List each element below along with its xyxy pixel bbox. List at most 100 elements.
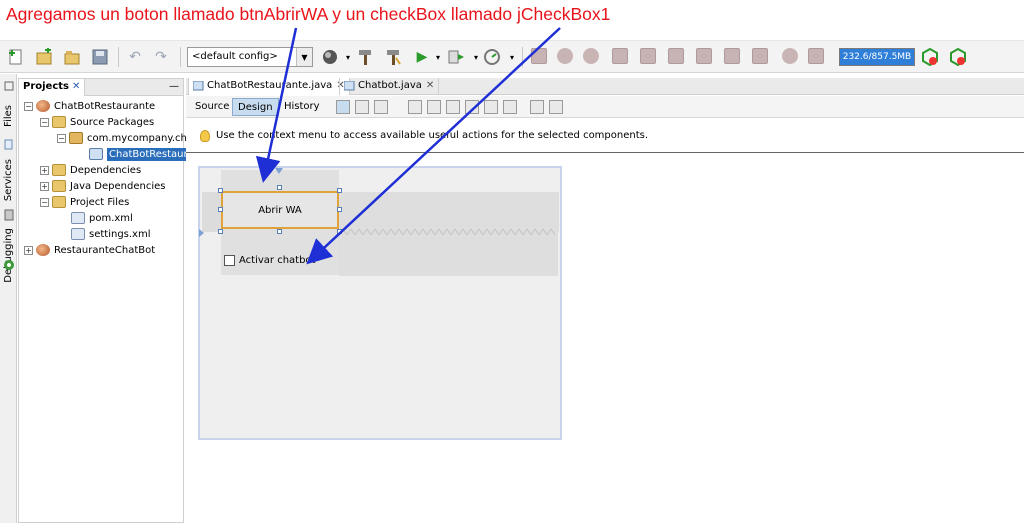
side-strip: Files Services Debugging bbox=[0, 74, 17, 523]
tree-node-form-file[interactable]: ChatBotRestaura bbox=[89, 146, 196, 162]
services-icon[interactable] bbox=[1, 208, 16, 222]
memory-indicator[interactable]: 232.6/857.5MB bbox=[839, 48, 915, 66]
tree-node-restaurantechatbot[interactable]: + RestauranteChatBot bbox=[24, 242, 155, 258]
save-all-icon[interactable] bbox=[90, 47, 110, 67]
resize-vertical-icon[interactable] bbox=[549, 100, 563, 114]
config-select[interactable]: <default config> ▼ bbox=[187, 47, 313, 67]
collapse-icon[interactable]: − bbox=[57, 133, 66, 143]
screenshot-icon bbox=[808, 48, 824, 64]
tree-node-java-dependencies[interactable]: + Java Dependencies bbox=[40, 178, 165, 194]
files-tab[interactable]: Files bbox=[1, 96, 16, 136]
center-horizontal-icon[interactable] bbox=[446, 100, 460, 114]
profile-icon[interactable] bbox=[482, 47, 502, 67]
align-top-icon[interactable] bbox=[465, 100, 479, 114]
tree-node-source-packages[interactable]: − Source Packages bbox=[40, 114, 154, 130]
history-button[interactable]: History bbox=[279, 98, 325, 116]
resize-handle[interactable] bbox=[218, 188, 223, 193]
collapse-icon[interactable]: − bbox=[40, 197, 49, 207]
projects-tab[interactable]: Projects ✕ bbox=[19, 79, 86, 96]
folder-icon bbox=[52, 196, 66, 208]
step-out-icon bbox=[668, 48, 684, 64]
window-icon[interactable] bbox=[1, 80, 16, 92]
new-file-icon[interactable] bbox=[6, 47, 26, 67]
tree-node-dependencies[interactable]: + Dependencies bbox=[40, 162, 141, 178]
resize-handle[interactable] bbox=[277, 229, 282, 234]
selection-mode-icon[interactable] bbox=[336, 100, 350, 114]
collapse-icon[interactable]: − bbox=[40, 117, 49, 127]
btn-abrir-wa[interactable]: Abrir WA bbox=[221, 191, 339, 229]
debug-icon[interactable] bbox=[446, 47, 466, 67]
resize-zigzag bbox=[339, 229, 556, 235]
close-icon[interactable]: ✕ bbox=[426, 80, 434, 91]
design-button[interactable]: Design bbox=[232, 98, 279, 116]
expand-icon[interactable]: + bbox=[40, 181, 49, 191]
hint-text: Use the context menu to access available… bbox=[216, 130, 649, 141]
profile-dropdown-icon[interactable]: ▾ bbox=[502, 47, 522, 67]
projects-tabbar: Projects ✕ — bbox=[19, 79, 183, 96]
tree-node-label: settings.xml bbox=[89, 228, 151, 240]
checkbox-icon[interactable] bbox=[224, 255, 235, 266]
tree-node-project-files[interactable]: − Project Files bbox=[40, 194, 129, 210]
redo-icon[interactable]: ↷ bbox=[151, 47, 171, 67]
anchor-top-icon bbox=[275, 168, 283, 174]
open-project-icon[interactable] bbox=[62, 47, 82, 67]
tab-label: Chatbot.java bbox=[358, 80, 422, 91]
debugging-tab-label: Debugging bbox=[3, 227, 14, 283]
folder-icon bbox=[52, 180, 66, 192]
debugging-tab[interactable]: Debugging bbox=[1, 226, 16, 284]
annotation-text: Agregamos un boton llamado btnAbrirWA y … bbox=[6, 4, 611, 24]
xml-file-icon bbox=[71, 228, 85, 240]
evaluate-icon bbox=[752, 48, 768, 64]
tree-node-label: com.mycompany.cha bbox=[87, 132, 194, 144]
resize-handle[interactable] bbox=[218, 207, 223, 212]
preview-design-icon[interactable] bbox=[374, 100, 388, 114]
anchor-left-icon bbox=[199, 229, 204, 237]
btn-abrir-wa-label: Abrir WA bbox=[258, 204, 302, 216]
align-right-icon[interactable] bbox=[427, 100, 441, 114]
expand-icon[interactable]: + bbox=[40, 165, 49, 175]
center-vertical-icon[interactable] bbox=[503, 100, 517, 114]
collapse-icon[interactable]: − bbox=[24, 101, 33, 111]
connection-mode-icon[interactable] bbox=[355, 100, 369, 114]
run-dropdown-icon[interactable]: ▾ bbox=[428, 47, 448, 67]
tree-node-label: Source Packages bbox=[70, 116, 155, 128]
services-tab-label: Services bbox=[3, 158, 14, 202]
align-left-icon[interactable] bbox=[408, 100, 422, 114]
files-icon[interactable] bbox=[1, 138, 16, 152]
tree-node-label: pom.xml bbox=[89, 212, 133, 224]
close-icon[interactable]: ✕ bbox=[72, 81, 80, 92]
tree-node-chatbotrestaurante[interactable]: − ChatBotRestaurante bbox=[24, 98, 155, 114]
minimize-icon[interactable]: — bbox=[169, 81, 179, 92]
globe-icon[interactable] bbox=[320, 47, 340, 67]
tree-node-pom[interactable]: pom.xml bbox=[71, 210, 133, 226]
clean-build-icon[interactable] bbox=[383, 47, 403, 67]
maven-file-icon bbox=[71, 212, 85, 224]
debugging-gear-icon[interactable] bbox=[1, 258, 16, 272]
resize-handle[interactable] bbox=[218, 229, 223, 234]
form-file-icon bbox=[89, 148, 103, 160]
build-hammer-icon[interactable] bbox=[355, 47, 375, 67]
resize-handle[interactable] bbox=[337, 188, 342, 193]
profiler-snapshot-icon[interactable] bbox=[948, 47, 968, 67]
tab-chatbot[interactable]: Chatbot.java ✕ bbox=[339, 78, 440, 95]
chevron-down-icon[interactable]: ▼ bbox=[296, 48, 312, 66]
config-select-value: <default config> bbox=[192, 51, 278, 62]
expand-icon[interactable]: + bbox=[24, 245, 33, 255]
tree-node-package[interactable]: − com.mycompany.cha bbox=[57, 130, 193, 146]
source-button[interactable]: Source bbox=[190, 98, 234, 116]
new-project-icon[interactable] bbox=[34, 47, 54, 67]
tree-node-label: Project Files bbox=[70, 196, 130, 208]
align-bottom-icon[interactable] bbox=[484, 100, 498, 114]
package-icon bbox=[69, 132, 83, 144]
jcheckbox1[interactable]: Activar chatbot bbox=[224, 255, 315, 266]
tab-label: ChatBotRestaurante.java bbox=[207, 80, 333, 91]
tree-node-settings[interactable]: settings.xml bbox=[71, 226, 151, 242]
resize-handle[interactable] bbox=[337, 207, 342, 212]
services-tab[interactable]: Services bbox=[1, 154, 16, 206]
resize-handle[interactable] bbox=[277, 185, 282, 190]
profiler-icon[interactable] bbox=[920, 47, 940, 67]
resize-horizontal-icon[interactable] bbox=[530, 100, 544, 114]
undo-icon[interactable]: ↶ bbox=[125, 47, 145, 67]
tab-chatbotrestaurante[interactable]: ChatBotRestaurante.java ✕ bbox=[188, 78, 350, 95]
resize-handle[interactable] bbox=[337, 229, 342, 234]
